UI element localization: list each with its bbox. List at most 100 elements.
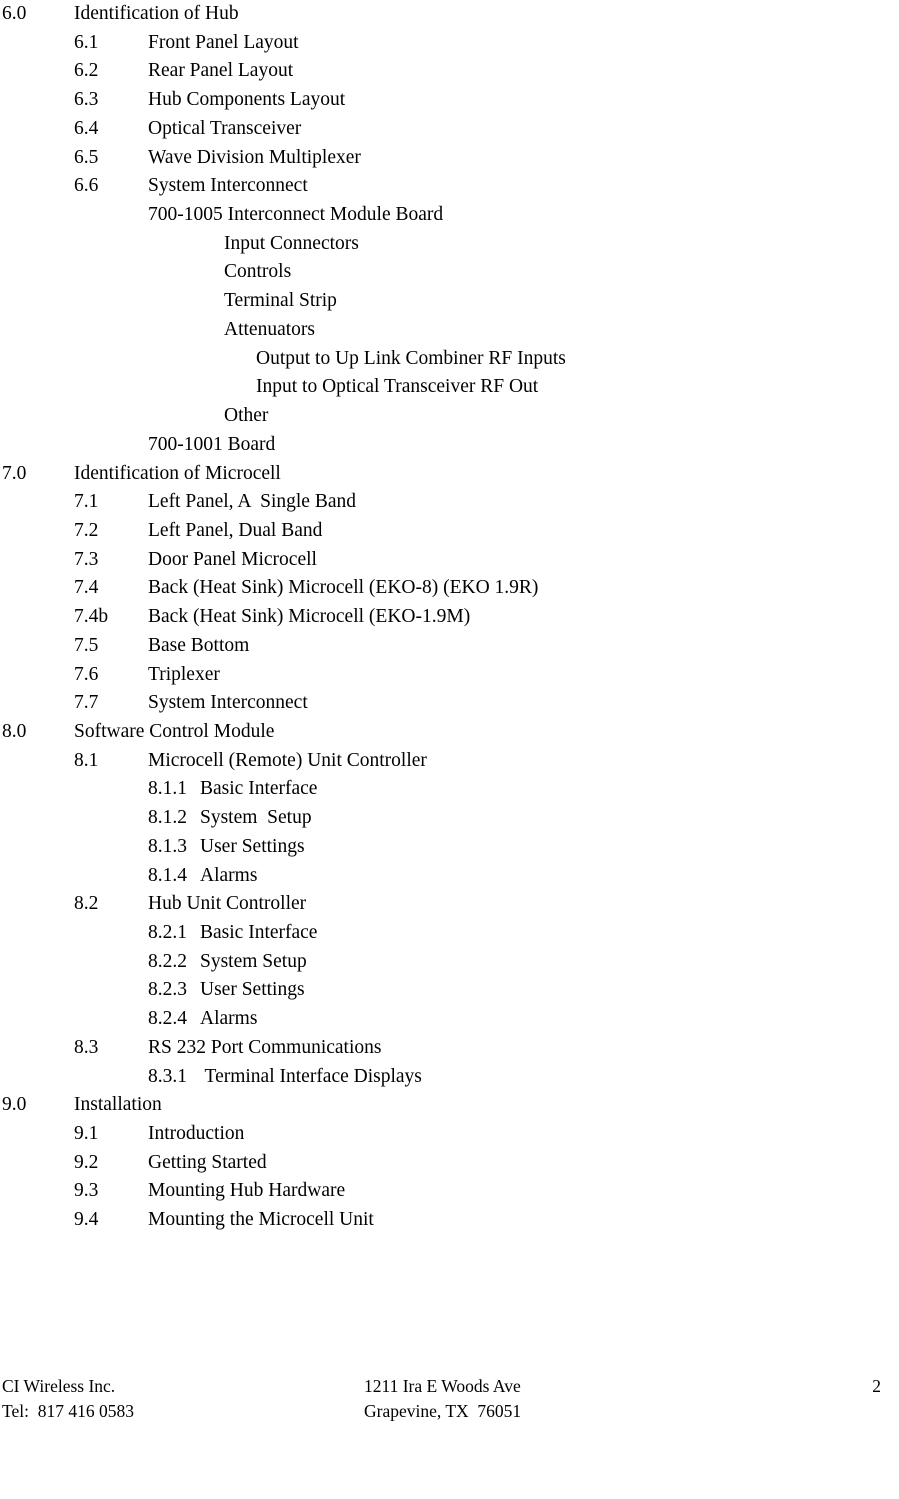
toc-entry-title: System Interconnect [148,692,308,714]
toc-entry-number: 7.1 [74,491,99,513]
toc-entry-number: 8.2.4 [148,1008,187,1030]
toc-entry-number: 8.2.1 [148,922,187,943]
toc-entry[interactable]: 8.2.4 Alarms [0,1005,899,1034]
toc-entry-title: Basic Interface [200,778,318,800]
toc-entry[interactable]: Other [0,402,899,431]
toc-entry[interactable]: 7.4b Back (Heat Sink) Microcell (EKO-1.9M… [0,603,899,632]
toc-entry-number: 9.4 [74,1209,99,1231]
toc-entry-title: Alarms [200,864,258,886]
toc-entry[interactable]: Terminal Strip [0,287,899,316]
toc-entry-number: 9.3 [74,1180,99,1202]
toc-entry[interactable]: 6.4 Optical Transceiver [0,115,899,144]
toc-entry-number: 8.2.2 [148,950,187,972]
toc-entry[interactable]: 8.1.2 System Setup [0,804,899,833]
toc-entry[interactable]: Attenuators [0,316,899,345]
toc-entry-title: User Settings [200,835,305,857]
toc-entry-title: Getting Started [148,1151,267,1173]
toc-entry[interactable]: 8.3.1 Terminal Interface Displays [0,1063,899,1092]
toc-entry-number: 9.1 [74,1123,99,1145]
toc-entry[interactable]: 8.1.3 User Settings [0,833,899,862]
page-footer: CI Wireless Inc. 1211 Ira E Woods Ave 2 … [0,1374,899,1427]
toc-entry-number: 8.3 [74,1036,99,1058]
toc-entry-title: Basic Interface [200,922,318,943]
toc-entry-title: Back (Heat Sink) Microcell (EKO-8) (EKO … [148,577,539,599]
toc-entry[interactable]: 7.6 Triplexer [0,661,899,690]
toc-entry-number: 7.2 [74,519,99,541]
toc-entry-number: 8.3.1 [148,1065,187,1087]
toc-entry[interactable]: 9.1 Introduction [0,1120,899,1149]
toc-entry-number: 6.0 [2,3,27,24]
toc-entry[interactable]: 6.2 Rear Panel Layout [0,57,899,86]
toc-entry[interactable]: Output to Up Link Combiner RF Inputs [0,345,899,374]
toc-entry-title: Installation [74,1094,162,1116]
toc-entry[interactable]: 7.7 System Interconnect [0,689,899,718]
toc-entry-number: 9.0 [2,1094,27,1116]
toc-entry[interactable]: 9.2 Getting Started [0,1149,899,1178]
toc-entry-title: Back (Heat Sink) Microcell (EKO-1.9M) [148,606,471,628]
footer-line-1: CI Wireless Inc. 1211 Ira E Woods Ave 2 [0,1374,899,1399]
toc-entry-number: 8.1.3 [148,835,187,857]
toc-entry[interactable]: Controls [0,258,899,287]
toc-entry-title: Alarms [200,1008,258,1030]
toc-entry[interactable]: 8.1.1 Basic Interface [0,775,899,804]
toc-entry[interactable]: 700-1005 Interconnect Module Board [0,201,899,230]
toc-entry-title: Mounting Hub Hardware [148,1180,346,1202]
toc-entry-title: System Setup [200,807,312,829]
toc-entry[interactable]: 9.4 Mounting the Microcell Unit [0,1206,899,1235]
toc-entry[interactable]: Input Connectors [0,230,899,259]
toc-entry-title: Controls [224,261,292,283]
toc-entry-title: User Settings [200,979,305,1001]
toc-entry-number: 8.0 [2,720,27,742]
toc-entry-number: 6.5 [74,146,99,168]
toc-entry[interactable]: 7.3 Door Panel Microcell [0,546,899,575]
toc-entry-title: System Interconnect [148,175,308,197]
toc-entry[interactable]: 7.2 Left Panel, Dual Band [0,517,899,546]
toc-entry-title: Hub Components Layout [148,89,346,111]
toc-entry[interactable]: 6.5 Wave Division Multiplexer [0,144,899,173]
toc-entry-title: Base Bottom [148,634,250,656]
toc-entry[interactable]: 8.1.4 Alarms [0,862,899,891]
toc-entry-title: Other [224,405,269,427]
toc-entry-number: 8.1 [74,749,99,771]
toc-entry[interactable]: 8.2.2 System Setup [0,948,899,977]
toc-entry[interactable]: 9.0 Installation [0,1091,899,1120]
toc-entry-title: Hub Unit Controller [148,893,307,915]
toc-entry[interactable]: 8.2.1 Basic Interface [0,919,899,948]
toc-entry[interactable]: 8.2 Hub Unit Controller [0,890,899,919]
toc-entry-title: RS 232 Port Communications [148,1036,382,1058]
toc-entry-number: 6.1 [74,31,99,53]
toc-entry[interactable]: 6.6 System Interconnect [0,172,899,201]
toc-entry[interactable]: 6.1 Front Panel Layout [0,29,899,58]
toc-entry-title: Software Control Module [74,720,275,742]
toc-entry[interactable]: 6.3 Hub Components Layout [0,86,899,115]
toc-entry-title: Optical Transceiver [148,117,302,139]
toc-entry[interactable]: 9.3 Mounting Hub Hardware [0,1177,899,1206]
toc-entry-title: Microcell (Remote) Unit Controller [148,749,427,771]
toc-entry[interactable]: 6.0 Identification of Hub [0,0,899,29]
toc-entry-title: Input to Optical Transceiver RF Out [256,376,539,398]
toc-entry-number: 7.4b [74,606,109,628]
toc-entry[interactable]: 8.2.3 User Settings [0,976,899,1005]
toc-entry[interactable]: 8.3 RS 232 Port Communications [0,1034,899,1063]
toc-entry-number: 6.3 [74,89,99,111]
toc-entry[interactable]: 7.1 Left Panel, A Single Band [0,488,899,517]
toc-entry[interactable]: 700-1001 Board [0,431,899,460]
toc-entry-number: 7.7 [74,692,99,714]
toc-entry-title: Identification of Microcell [74,462,281,484]
toc-entry[interactable]: Input to Optical Transceiver RF Out [0,373,899,402]
footer-line-2: Tel: 817 416 0583 Grapevine, TX 76051 [0,1399,899,1424]
toc-entry-title: System Setup [200,950,307,972]
toc-entry-number: 6.6 [74,175,99,197]
toc-entry-number: 8.1.4 [148,864,187,886]
toc-entry-number: 9.2 [74,1151,99,1173]
toc-entry-number: 8.1.1 [148,778,187,800]
toc-entry-title: Left Panel, A Single Band [148,491,356,513]
toc-entry[interactable]: 7.0 Identification of Microcell [0,460,899,489]
toc-entry[interactable]: 7.5 Base Bottom [0,632,899,661]
toc-entry-number: 8.1.2 [148,807,187,829]
toc-entry[interactable]: 8.0 Software Control Module [0,718,899,747]
toc-entry-number: 7.3 [74,548,99,570]
toc-entry[interactable]: 8.1 Microcell (Remote) Unit Controller [0,747,899,776]
toc-entry-title: Triplexer [148,663,220,685]
toc-entry[interactable]: 7.4 Back (Heat Sink) Microcell (EKO-8) (E… [0,574,899,603]
